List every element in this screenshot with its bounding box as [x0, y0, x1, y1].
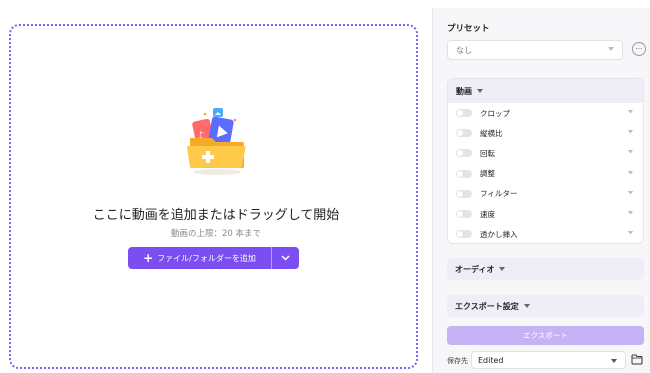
video-section-title: 動画 — [456, 86, 472, 96]
chevron-down-icon — [628, 231, 633, 235]
option-row-aspect-ratio[interactable]: 縦横比 — [448, 123, 643, 143]
option-row-filter[interactable]: フィルター — [448, 184, 643, 204]
settings-sidebar: プリセット なし ··· 動画 クロップ 縦横比 回転 調整 フィルター 速度 … — [432, 8, 650, 373]
add-files-button-group: + ファイル/フォルダーを追加 — [128, 247, 299, 269]
more-icon[interactable]: ··· — [632, 42, 646, 56]
toggle-switch[interactable] — [456, 149, 472, 158]
chevron-down-icon — [628, 110, 633, 114]
option-label: 調整 — [480, 169, 495, 179]
caret-down-icon — [477, 89, 483, 93]
save-location-select[interactable]: Edited — [471, 351, 626, 369]
video-settings-panel: 動画 クロップ 縦横比 回転 調整 フィルター 速度 透かし挿入 — [447, 78, 644, 244]
export-settings-title: エクスポート設定 — [455, 301, 519, 311]
save-location-value: Edited — [478, 355, 504, 365]
save-location-label: 保存先 — [447, 357, 468, 365]
option-label: 回転 — [480, 148, 495, 158]
toggle-switch[interactable] — [456, 230, 472, 239]
folder-icon[interactable] — [631, 354, 643, 365]
toggle-switch[interactable] — [456, 210, 472, 219]
caret-down-icon — [611, 359, 617, 363]
option-label: クロップ — [480, 108, 510, 118]
drop-zone-title: ここに動画を追加またはドラッグして開始 — [92, 208, 340, 223]
caret-down-icon — [499, 267, 506, 271]
video-section-header[interactable]: 動画 — [448, 79, 643, 103]
drop-zone[interactable] — [9, 24, 418, 369]
audio-section-title: オーディオ — [455, 264, 495, 274]
add-files-button[interactable]: + ファイル/フォルダーを追加 — [128, 247, 271, 269]
option-row-adjust[interactable]: 調整 — [448, 164, 643, 184]
audio-section-header[interactable]: オーディオ — [447, 258, 644, 280]
toggle-switch[interactable] — [456, 129, 472, 138]
option-row-crop[interactable]: クロップ — [448, 103, 643, 123]
window-title-bar — [0, 0, 650, 8]
export-button[interactable]: エクスポート — [447, 326, 644, 345]
chevron-down-icon — [608, 47, 614, 51]
toggle-switch[interactable] — [456, 109, 472, 118]
chevron-down-icon — [281, 255, 290, 261]
plus-icon: + — [143, 251, 154, 265]
option-row-rotate[interactable]: 回転 — [448, 143, 643, 163]
chevron-down-icon — [628, 210, 633, 215]
toggle-switch[interactable] — [456, 169, 472, 178]
chevron-down-icon — [628, 150, 633, 154]
option-label: 速度 — [480, 209, 495, 219]
add-files-label: ファイル/フォルダーを追加 — [157, 253, 256, 263]
preset-select[interactable]: なし — [447, 40, 623, 60]
toggle-switch[interactable] — [456, 189, 472, 198]
add-options-dropdown-button[interactable] — [272, 247, 299, 269]
chevron-down-icon — [628, 170, 633, 175]
option-row-speed[interactable]: 速度 — [448, 204, 643, 224]
option-row-watermark[interactable]: 透かし挿入 — [448, 224, 643, 243]
preset-label: プリセット — [447, 24, 490, 34]
option-label: 透かし挿入 — [480, 229, 518, 239]
option-label: 縦横比 — [480, 128, 503, 138]
chevron-down-icon — [628, 190, 633, 195]
drop-area-pane: ♪ ここに動画を追加またはドラッグして開始 動画の上限：20 本まで + ファイ… — [0, 8, 432, 373]
caret-down-icon — [523, 304, 530, 308]
video-limit-note: 動画の上限：20 本まで — [170, 229, 262, 239]
chevron-down-icon — [628, 130, 633, 134]
preset-value: なし — [456, 45, 472, 55]
add-media-illustration: ♪ — [187, 108, 246, 175]
export-settings-header[interactable]: エクスポート設定 — [447, 295, 644, 317]
option-label: フィルター — [480, 189, 518, 199]
